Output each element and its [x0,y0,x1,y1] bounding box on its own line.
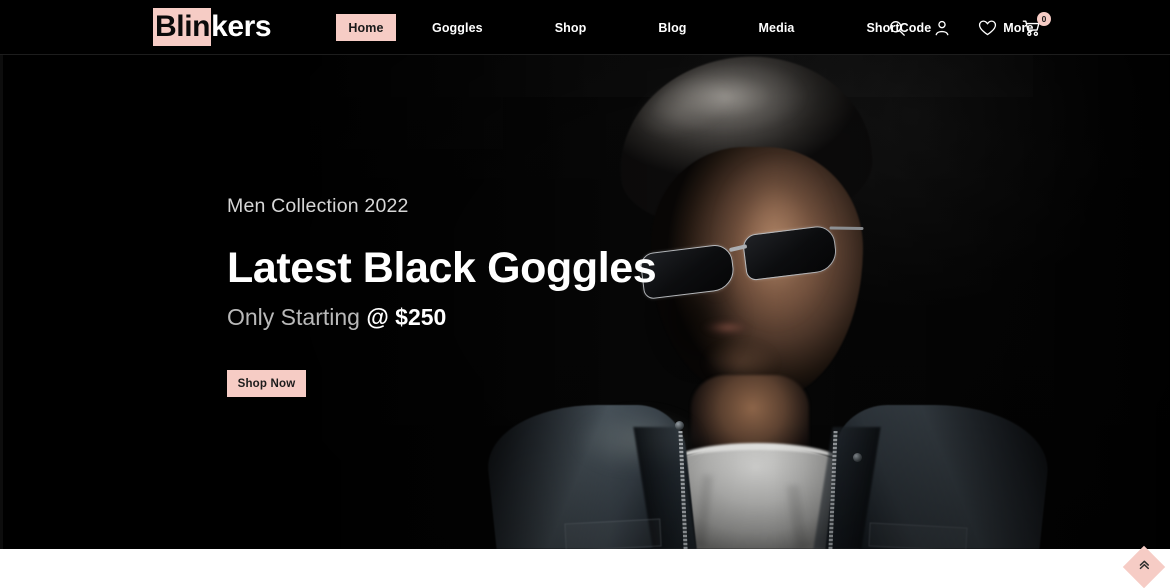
nav-item-blog[interactable]: Blog [644,14,700,41]
user-account-icon[interactable] [932,18,952,38]
sunglasses-temple [829,226,864,231]
jacket-stud-right [853,453,862,462]
jacket-pocket-right [868,522,968,549]
nav-item-home[interactable]: Home [336,14,396,41]
site-logo[interactable]: Blinkers [153,8,272,46]
jacket-stud-left [675,421,684,430]
logo-text-highlight: Blin [153,8,212,46]
nav-item-media[interactable]: Media [745,14,809,41]
jacket-pocket-left [564,518,662,549]
search-icon[interactable] [887,18,907,38]
shop-now-button[interactable]: Shop Now [227,370,306,398]
page-bottom-strip [0,549,1170,588]
nav-item-goggles[interactable]: Goggles [418,14,497,41]
site-header: Blinkers Home Goggles Shop Blog Media Sh… [0,0,1170,55]
hero-copy-block: Men Collection 2022 Latest Black Goggles… [227,195,787,398]
shopping-cart-icon[interactable]: 0 [1022,11,1051,38]
wishlist-heart-icon[interactable] [977,18,997,38]
hero-subheadline-price: @ $250 [366,303,447,330]
header-icon-group: 0 [887,0,1051,55]
hero-headline: Latest Black Goggles [227,244,657,293]
double-chevron-up-icon [1138,558,1151,576]
nav-item-shop[interactable]: Shop [541,14,601,41]
logo-text-rest: kers [211,10,272,43]
backdrop-panel-lower [333,97,503,149]
cart-count-badge: 0 [1037,11,1051,26]
hero-eyebrow: Men Collection 2022 [227,195,409,217]
hero-banner: Men Collection 2022 Latest Black Goggles… [0,55,1170,549]
hero-subheadline: Only Starting @ $250 [227,304,787,332]
hero-subheadline-light: Only Starting [227,303,360,330]
page-root: Blinkers Home Goggles Shop Blog Media Sh… [0,0,1170,588]
logo-text: Blinkers [153,8,272,46]
